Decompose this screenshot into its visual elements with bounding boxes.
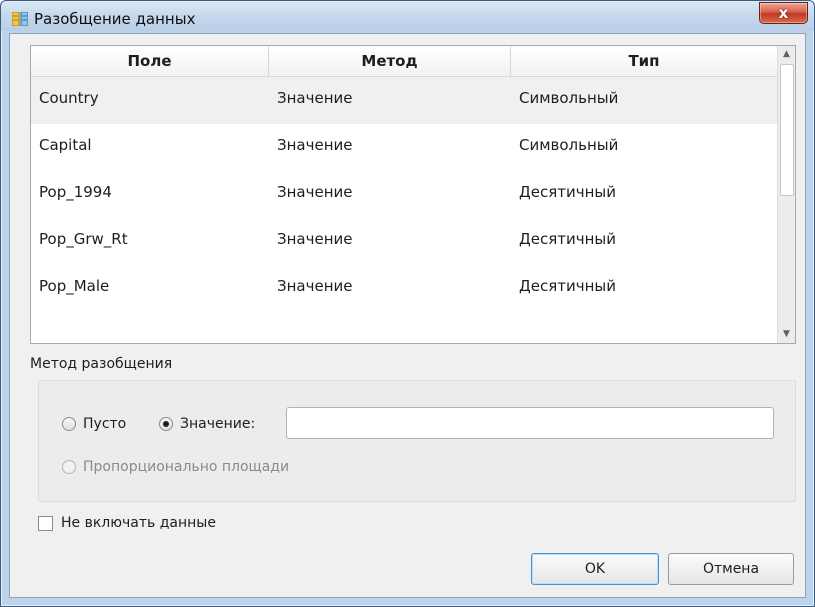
radio-proportional-option: Пропорционально площади [62,459,289,475]
radio-proportional [62,460,76,474]
scroll-down-icon[interactable]: ▼ [778,326,795,343]
split-data-icon [12,12,28,26]
cell-type: Символьный [519,136,619,154]
radio-empty-label[interactable]: Пусто [83,416,126,432]
method-group-label: Метод разобщения [30,356,173,372]
cell-field: Pop_Grw_Rt [39,230,128,248]
fields-table[interactable]: Поле Метод Тип Country Значение Символьн… [30,45,796,344]
table-row[interactable]: Capital Значение Символьный [31,124,777,171]
cell-type: Десятичный [519,183,616,201]
radio-value-option[interactable]: Значение: [159,416,255,432]
radio-value[interactable] [159,417,173,431]
cell-method: Значение [277,277,353,295]
cell-field: Pop_Male [39,277,110,295]
cell-method: Значение [277,136,353,154]
cell-field: Pop_1994 [39,183,112,201]
table-body: Country Значение Символьный Capital Знач… [31,77,777,312]
table-scrollbar[interactable]: ▲ ▼ [777,46,795,343]
cell-type: Символьный [519,89,619,107]
ok-button[interactable]: OK [531,553,659,585]
close-button[interactable]: x [759,2,808,24]
column-header-type[interactable]: Тип [511,46,777,76]
table-row[interactable]: Pop_Male Значение Десятичный [31,265,777,312]
scrollbar-thumb[interactable] [780,64,794,196]
cell-method: Значение [277,230,353,248]
cancel-button[interactable]: Отмена [668,553,794,585]
cell-field: Country [39,89,99,107]
cell-type: Десятичный [519,230,616,248]
table-header: Поле Метод Тип [31,46,777,77]
value-input[interactable] [286,407,774,439]
column-header-method[interactable]: Метод [269,46,511,76]
exclude-data-label[interactable]: Не включать данные [61,515,216,531]
table-row[interactable]: Pop_Grw_Rt Значение Десятичный [31,218,777,265]
radio-value-label[interactable]: Значение: [180,416,255,432]
scroll-up-icon[interactable]: ▲ [778,46,795,63]
cell-field: Capital [39,136,92,154]
radio-proportional-label: Пропорционально площади [83,459,290,475]
window-title: Разобщение данных [34,10,196,28]
cell-method: Значение [277,89,353,107]
table-row[interactable]: Pop_1994 Значение Десятичный [31,171,777,218]
title-bar[interactable]: Разобщение данных x [1,1,814,31]
exclude-data-option[interactable]: Не включать данные [38,515,216,531]
column-header-field[interactable]: Поле [31,46,269,76]
exclude-data-checkbox[interactable] [38,515,53,531]
close-icon: x [778,4,789,22]
table-row[interactable]: Country Значение Символьный [31,77,777,124]
radio-empty[interactable] [62,417,76,431]
cell-type: Десятичный [519,277,616,295]
radio-empty-option[interactable]: Пусто [62,416,126,432]
method-group [38,380,796,502]
cell-method: Значение [277,183,353,201]
